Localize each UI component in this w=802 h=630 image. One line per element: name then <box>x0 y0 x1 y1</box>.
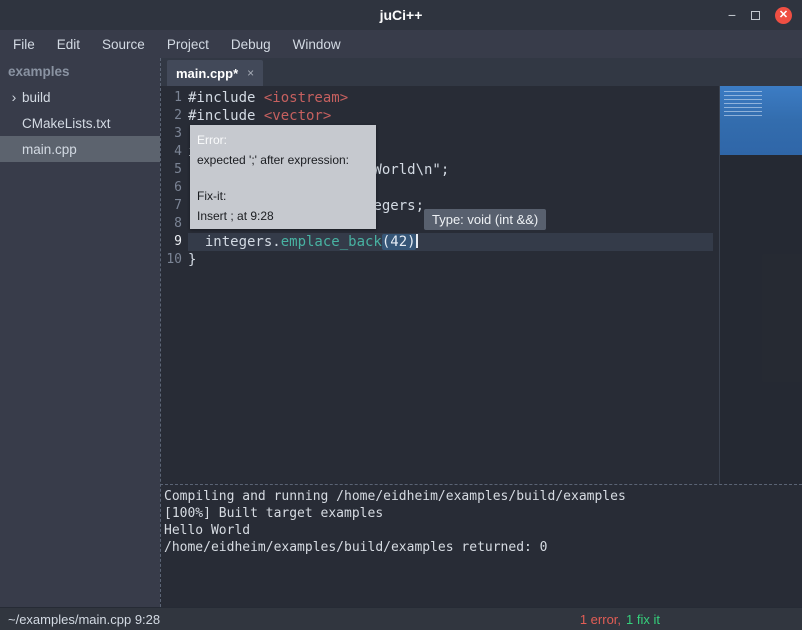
window-title: juCi++ <box>380 7 423 23</box>
diagnostic-tooltip-title: Error: <box>197 130 369 150</box>
code-text: integers.emplace_back(42) <box>188 233 713 251</box>
code-token: #include <box>188 90 264 106</box>
code-line[interactable]: 2#include <vector> <box>160 107 802 125</box>
code-text: } <box>188 251 196 269</box>
menu-file[interactable]: File <box>2 30 46 58</box>
sidebar-item-main-cpp[interactable]: main.cpp <box>0 136 160 162</box>
diagnostic-tooltip: Error: expected ';' after expression: Fi… <box>190 125 376 229</box>
sidebar-item-cmakelists-txt[interactable]: CMakeLists.txt <box>0 110 160 136</box>
diagnostic-tooltip-fixit-title: Fix-it: <box>197 186 369 206</box>
menu-edit[interactable]: Edit <box>46 30 91 58</box>
code-token: } <box>188 252 196 268</box>
menu-project[interactable]: Project <box>156 30 220 58</box>
tab-main-cpp[interactable]: main.cpp* × <box>167 60 263 86</box>
diagnostic-tooltip-message: expected ';' after expression: <box>197 150 369 170</box>
sidebar-item-build[interactable]: ›build <box>0 84 160 110</box>
tab-label: main.cpp* <box>176 66 238 81</box>
terminal-line: Compiling and running /home/eidheim/exam… <box>164 488 802 505</box>
line-number: 7 <box>160 197 188 215</box>
sidebar-item-label: main.cpp <box>22 142 77 157</box>
line-number: 1 <box>160 89 188 107</box>
line-number: 6 <box>160 179 188 197</box>
line-number: 8 <box>160 215 188 233</box>
code-text: #include <vector> <box>188 107 331 125</box>
code-line[interactable]: 1#include <iostream> <box>160 89 802 107</box>
diagnostic-tooltip-fixit-action: Insert ; at 9:28 <box>197 206 369 226</box>
line-number: 4 <box>160 143 188 161</box>
status-diagnostics: 1 error, 1 fix it <box>580 612 660 627</box>
project-name-header: examples <box>0 58 160 84</box>
code-line[interactable]: 9 integers.emplace_back(42) <box>160 233 802 251</box>
code-token: <iostream> <box>264 90 348 106</box>
line-number: 5 <box>160 161 188 179</box>
code-token: (42) <box>382 234 416 250</box>
text-caret <box>416 234 418 248</box>
maximize-icon <box>751 11 760 20</box>
terminal-output: Compiling and running /home/eidheim/exam… <box>160 484 802 607</box>
close-button[interactable]: ✕ <box>775 7 792 24</box>
menubar: FileEditSourceProjectDebugWindow <box>0 30 802 58</box>
sidebar-item-label: CMakeLists.txt <box>22 116 111 131</box>
code-editor[interactable]: 1#include <iostream>2#include <vector>34… <box>160 86 802 484</box>
code-token: integers. <box>188 234 281 250</box>
app-window: juCi++ − ✕ FileEditSourceProjectDebugWin… <box>0 0 802 630</box>
maximize-button[interactable] <box>751 11 760 20</box>
code-line[interactable]: 10} <box>160 251 802 269</box>
file-tree: ›build CMakeLists.txt main.cpp <box>0 84 160 162</box>
tabstrip: main.cpp* × <box>160 58 802 86</box>
line-number: 10 <box>160 251 188 269</box>
terminal-line: /home/eidheim/examples/build/examples re… <box>164 539 802 556</box>
overview-map-code-lines <box>724 91 762 117</box>
menu-debug[interactable]: Debug <box>220 30 282 58</box>
statusbar: ~/examples/main.cpp 9:28 1 error, 1 fix … <box>0 607 802 630</box>
code-token: <vector> <box>264 108 331 124</box>
code-text: #include <iostream> <box>188 89 348 107</box>
overview-map[interactable] <box>720 86 802 155</box>
pane-separator-vertical[interactable] <box>160 58 161 607</box>
file-tree-sidebar: examples ›build CMakeLists.txt main.cpp <box>0 58 160 607</box>
line-number: 3 <box>160 125 188 143</box>
tab-close-icon[interactable]: × <box>247 66 254 80</box>
code-token: emplace_back <box>281 234 382 250</box>
status-file-location: ~/examples/main.cpp 9:28 <box>8 612 160 627</box>
status-fixit-count: 1 fix it <box>626 612 660 627</box>
terminal-line: [100%] Built target examples <box>164 505 802 522</box>
diagnostic-tooltip-spacer <box>197 170 369 186</box>
window-controls: − ✕ <box>728 0 792 30</box>
menu-source[interactable]: Source <box>91 30 156 58</box>
code-token: #include <box>188 108 264 124</box>
line-number: 2 <box>160 107 188 125</box>
terminal-line: Hello World <box>164 522 802 539</box>
sidebar-item-label: build <box>22 90 51 105</box>
status-error-count: 1 error, <box>580 612 621 627</box>
line-number: 9 <box>160 233 188 251</box>
minimize-button[interactable]: − <box>728 8 736 22</box>
chevron-right-icon[interactable]: › <box>6 89 22 105</box>
menu-window[interactable]: Window <box>282 30 352 58</box>
type-tooltip: Type: void (int &&) <box>424 209 546 230</box>
titlebar[interactable]: juCi++ − ✕ <box>0 0 802 30</box>
